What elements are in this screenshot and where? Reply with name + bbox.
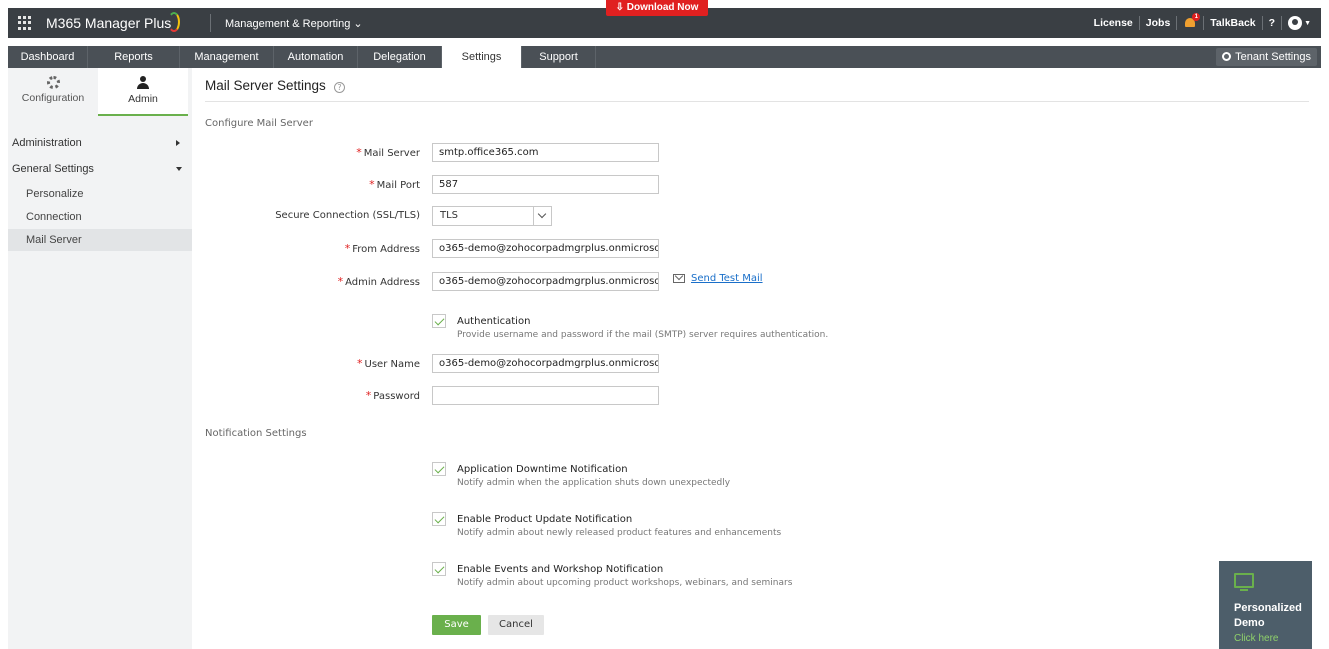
tab-delegation[interactable]: Delegation xyxy=(358,46,442,68)
product-update-title: Enable Product Update Notification xyxy=(457,514,633,525)
personalized-demo-widget[interactable]: Personalized Demo Click here xyxy=(1219,561,1312,649)
mail-server-input[interactable]: smtp.office365.com xyxy=(432,143,659,162)
events-workshop-checkbox[interactable] xyxy=(432,562,446,576)
cancel-button[interactable]: Cancel xyxy=(488,615,544,635)
sidebar-tab-label: Admin xyxy=(128,93,158,105)
password-label: * Password xyxy=(365,389,420,402)
authentication-title: Authentication xyxy=(457,316,531,327)
mail-port-input[interactable]: 587 xyxy=(432,175,659,194)
save-button[interactable]: Save xyxy=(432,615,481,635)
tenant-settings-label: Tenant Settings xyxy=(1235,51,1311,63)
help-link[interactable]: ? xyxy=(1263,17,1281,29)
tab-settings[interactable]: Settings xyxy=(442,46,522,68)
brand-logo-icon xyxy=(168,12,180,32)
gear-icon xyxy=(1222,52,1232,61)
secure-connection-value: TLS xyxy=(440,210,459,221)
send-mail-icon xyxy=(673,274,685,283)
tab-reports[interactable]: Reports xyxy=(88,46,180,68)
chevron-down-icon[interactable]: ▼ xyxy=(1304,20,1311,27)
caret-down-icon xyxy=(176,167,182,171)
tab-support[interactable]: Support xyxy=(522,46,596,68)
authentication-checkbox[interactable] xyxy=(432,314,446,328)
send-test-mail-link[interactable]: Send Test Mail xyxy=(691,273,763,284)
sidebar-tab-configuration[interactable]: Configuration xyxy=(8,68,98,116)
monitor-icon xyxy=(1234,573,1254,591)
user-name-input[interactable]: o365-demo@zohocorpadmgrplus.onmicroso xyxy=(432,354,659,373)
authentication-desc: Provide username and password if the mai… xyxy=(457,330,829,340)
password-input[interactable] xyxy=(432,386,659,405)
events-workshop-title: Enable Events and Workshop Notification xyxy=(457,564,664,575)
tab-dashboard[interactable]: Dashboard xyxy=(8,46,88,68)
header-divider xyxy=(1176,16,1178,30)
chevron-down-icon xyxy=(533,207,551,225)
app-grid-icon[interactable] xyxy=(18,16,32,30)
main-nav: Dashboard Reports Management Automation … xyxy=(8,46,1321,68)
downtime-notification-desc: Notify admin when the application shuts … xyxy=(457,478,731,488)
sidebar-tab-admin[interactable]: Admin xyxy=(98,68,188,116)
admin-address-input[interactable]: o365-demo@zohocorpadmgrplus.onmicroso xyxy=(432,272,659,291)
user-avatar-icon[interactable] xyxy=(1288,16,1303,30)
brand-name: M365 Manager Plus xyxy=(46,15,172,31)
sidebar-item-general-settings[interactable]: General Settings xyxy=(8,158,192,180)
header-links: License Jobs 1 TalkBack ? ▼ xyxy=(1088,13,1311,30)
user-name-label: * User Name xyxy=(357,357,420,370)
sidebar-tabs: Configuration Admin xyxy=(8,68,192,116)
notification-section-label: Notification Settings xyxy=(205,428,307,439)
send-test-mail[interactable]: Send Test Mail xyxy=(673,273,763,284)
product-update-desc: Notify admin about newly released produc… xyxy=(457,528,782,538)
from-address-input[interactable]: o365-demo@zohocorpadmgrplus.onmicroso xyxy=(432,239,659,258)
sidebar-item-label: General Settings xyxy=(12,163,94,175)
tenant-settings-button[interactable]: Tenant Settings xyxy=(1216,48,1317,66)
help-icon[interactable]: ? xyxy=(334,82,345,93)
license-link[interactable]: License xyxy=(1088,17,1139,29)
mail-port-label: * Mail Port xyxy=(369,178,420,191)
sidebar-tab-label: Configuration xyxy=(21,92,85,104)
admin-user-icon xyxy=(137,76,149,90)
notification-bell-icon[interactable]: 1 xyxy=(1183,13,1201,30)
secure-connection-select[interactable]: TLS xyxy=(432,206,552,226)
configure-section-label: Configure Mail Server xyxy=(205,118,313,129)
admin-address-label: * Admin Address xyxy=(337,275,420,288)
page-title: Mail Server Settings xyxy=(205,78,326,93)
tab-automation[interactable]: Automation xyxy=(274,46,358,68)
tab-management[interactable]: Management xyxy=(180,46,274,68)
jobs-link[interactable]: Jobs xyxy=(1140,17,1177,29)
demo-title: Personalized Demo xyxy=(1234,602,1302,629)
mail-server-label: * Mail Server xyxy=(356,146,420,159)
sidebar-item-label: Administration xyxy=(12,137,82,149)
from-address-label: * From Address xyxy=(344,242,420,255)
downtime-notification-title: Application Downtime Notification xyxy=(457,464,628,475)
demo-click-here-link[interactable]: Click here xyxy=(1234,633,1278,644)
downtime-notification-checkbox[interactable] xyxy=(432,462,446,476)
bell-count-badge: 1 xyxy=(1192,13,1201,21)
header-divider xyxy=(1281,16,1283,30)
header-divider xyxy=(210,14,211,32)
talkback-link[interactable]: TalkBack xyxy=(1204,17,1261,29)
module-menu[interactable]: Management & Reporting ⌄ xyxy=(225,17,363,30)
events-workshop-desc: Notify admin about upcoming product work… xyxy=(457,578,793,588)
secure-connection-label: Secure Connection (SSL/TLS) xyxy=(275,210,420,221)
gear-icon xyxy=(46,76,60,89)
download-now-button[interactable]: ⇩ Download Now xyxy=(606,0,708,16)
title-divider xyxy=(205,101,1309,102)
product-update-checkbox[interactable] xyxy=(432,512,446,526)
